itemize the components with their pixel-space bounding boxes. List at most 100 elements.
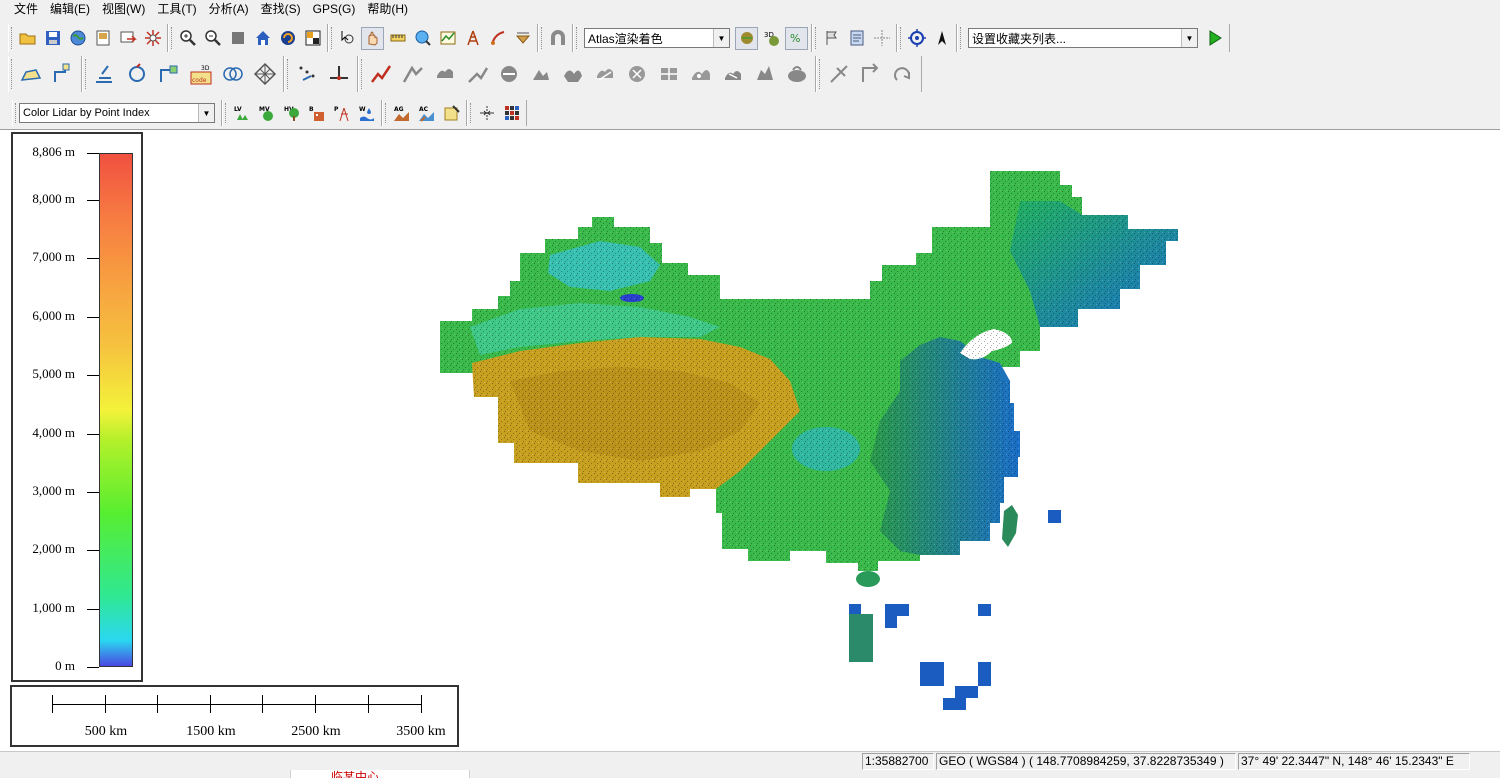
gray-tool-2-icon[interactable] <box>430 59 460 89</box>
gps-target-icon[interactable] <box>905 27 928 50</box>
terrain-elevation-map[interactable] <box>0 131 1500 751</box>
print-layout-icon[interactable] <box>91 27 114 50</box>
gray-tool-10-icon[interactable] <box>686 59 716 89</box>
edit-toolbar: code 3D <box>82 56 284 92</box>
svg-text:AC: AC <box>419 106 429 113</box>
gray-tool-13-icon[interactable] <box>782 59 812 89</box>
chevron-down-icon[interactable]: ▼ <box>713 29 729 47</box>
home-icon[interactable] <box>251 27 274 50</box>
play-icon[interactable] <box>1203 27 1226 50</box>
menu-view[interactable]: 视图(W) <box>96 0 151 19</box>
auto-classify-icon[interactable]: AC <box>415 102 438 125</box>
create-area-icon[interactable] <box>16 59 46 89</box>
menu-file[interactable]: 文件 <box>8 0 44 19</box>
gray-tool-11-icon[interactable] <box>718 59 748 89</box>
menu-gps[interactable]: GPS(G) <box>307 0 362 19</box>
gray-tool-3-icon[interactable] <box>462 59 492 89</box>
gray-tool-6-icon[interactable] <box>558 59 588 89</box>
scale-bar-label: 3500 km <box>396 724 446 739</box>
create-line-icon[interactable] <box>48 59 78 89</box>
edit-vertex-icon[interactable] <box>154 59 184 89</box>
map-scale-readout: 1:35882700 <box>862 753 934 770</box>
gray-corner-tool-icon[interactable] <box>856 59 886 89</box>
gray-tool-7-icon[interactable] <box>590 59 620 89</box>
gray-tool-12-icon[interactable] <box>750 59 780 89</box>
pan-hand-icon[interactable] <box>361 26 384 50</box>
contour-3d-icon[interactable]: code 3D <box>186 59 216 89</box>
auto-ground-icon[interactable]: AG <box>390 102 413 125</box>
shader-select[interactable]: Atlas渲染着色 ▼ <box>584 28 730 48</box>
measure-icon[interactable] <box>386 27 409 50</box>
refresh-icon[interactable] <box>276 27 299 50</box>
arch-icon[interactable] <box>546 27 569 50</box>
island-block-3 <box>849 614 873 662</box>
dropdown-tool-icon[interactable] <box>511 27 534 50</box>
red-path-icon[interactable] <box>366 59 396 89</box>
gray-tool-1-icon[interactable] <box>398 59 428 89</box>
legend-tick-mark <box>87 433 99 435</box>
partial-window-tab[interactable]: 临某中心 <box>290 770 470 778</box>
open-folder-icon[interactable] <box>16 27 39 50</box>
save-icon[interactable] <box>41 27 64 50</box>
legend-tick-label: 3,000 m <box>32 482 75 498</box>
draw-line-icon[interactable] <box>486 27 509 50</box>
menu-analysis[interactable]: 分析(A) <box>203 0 255 19</box>
map-view[interactable]: 8,806 m 8,000 m 7,000 m 6,000 m 5,000 m 4,000… <box>0 131 1500 751</box>
low-vegetation-icon[interactable]: LV <box>230 102 253 125</box>
flag-icon[interactable] <box>820 27 843 50</box>
select-feature-icon[interactable] <box>336 27 359 50</box>
medium-vegetation-icon[interactable]: MV <box>255 102 278 125</box>
buffer-icon[interactable] <box>218 59 248 89</box>
document-icon[interactable] <box>845 27 868 50</box>
shader-options-icon[interactable] <box>735 26 758 50</box>
rotate-feature-icon[interactable] <box>122 59 152 89</box>
toolbar-row-3: Color Lidar by Point Index ▼ LV MV HV B … <box>12 100 527 126</box>
gray-tool-8-icon[interactable] <box>622 59 652 89</box>
scale-bar-label: 2500 km <box>291 724 341 739</box>
configure-icon[interactable] <box>141 27 164 50</box>
view-3d-icon[interactable]: 3D <box>760 27 783 50</box>
menu-tools[interactable]: 工具(T) <box>151 0 202 19</box>
color-grid-icon[interactable] <box>500 102 523 125</box>
select-tiles-icon[interactable] <box>440 102 463 125</box>
layout-grid-icon[interactable] <box>301 27 324 50</box>
menu-search[interactable]: 查找(S) <box>255 0 307 19</box>
gray-tool-4-icon[interactable] <box>494 59 524 89</box>
gray-tool-9-icon[interactable] <box>654 59 684 89</box>
crosshair-grid-icon[interactable] <box>870 27 893 50</box>
power-line-icon[interactable]: P <box>330 102 353 125</box>
high-vegetation-icon[interactable]: HV <box>280 102 303 125</box>
menu-help[interactable]: 帮助(H) <box>361 0 414 19</box>
chevron-down-icon[interactable]: ▼ <box>198 104 214 122</box>
building-icon[interactable]: B <box>305 102 328 125</box>
legend-tick-mark <box>87 375 99 377</box>
percent-icon[interactable]: % <box>785 26 808 50</box>
gray-line-tool-icon[interactable] <box>824 59 854 89</box>
split-arrow-icon[interactable] <box>475 102 498 125</box>
menu-edit[interactable]: 编辑(E) <box>44 0 96 19</box>
path-profile-icon[interactable] <box>436 27 459 50</box>
info-query-icon[interactable] <box>411 27 434 50</box>
chevron-down-icon[interactable]: ▼ <box>1181 29 1197 47</box>
scatter-points-icon[interactable] <box>292 59 322 89</box>
water-icon[interactable]: W <box>355 102 378 125</box>
lidar-ground-toolbar: AG AC <box>382 100 467 126</box>
export-icon[interactable] <box>116 27 139 50</box>
tower-icon[interactable] <box>461 27 484 50</box>
globe-icon[interactable] <box>66 27 89 50</box>
split-line-icon[interactable] <box>324 59 354 89</box>
file-toolbar <box>8 24 168 52</box>
gray-rotate-tool-icon[interactable] <box>888 59 918 89</box>
zoom-in-icon[interactable] <box>176 27 199 50</box>
scale-bar-tick <box>315 695 316 713</box>
trace-line-icon[interactable] <box>90 59 120 89</box>
lidar-select[interactable]: Color Lidar by Point Index ▼ <box>19 103 215 123</box>
island-block-4 <box>885 604 909 616</box>
favorites-select[interactable]: 设置收藏夹列表... ▼ <box>968 28 1198 48</box>
grid-mesh-icon[interactable] <box>250 59 280 89</box>
gray-tool-5-icon[interactable] <box>526 59 556 89</box>
bottom-window-strip: 临某中心 <box>0 770 1500 778</box>
zoom-out-icon[interactable] <box>201 27 224 50</box>
north-arrow-icon[interactable] <box>930 27 953 50</box>
zoom-box-icon[interactable] <box>226 27 249 50</box>
